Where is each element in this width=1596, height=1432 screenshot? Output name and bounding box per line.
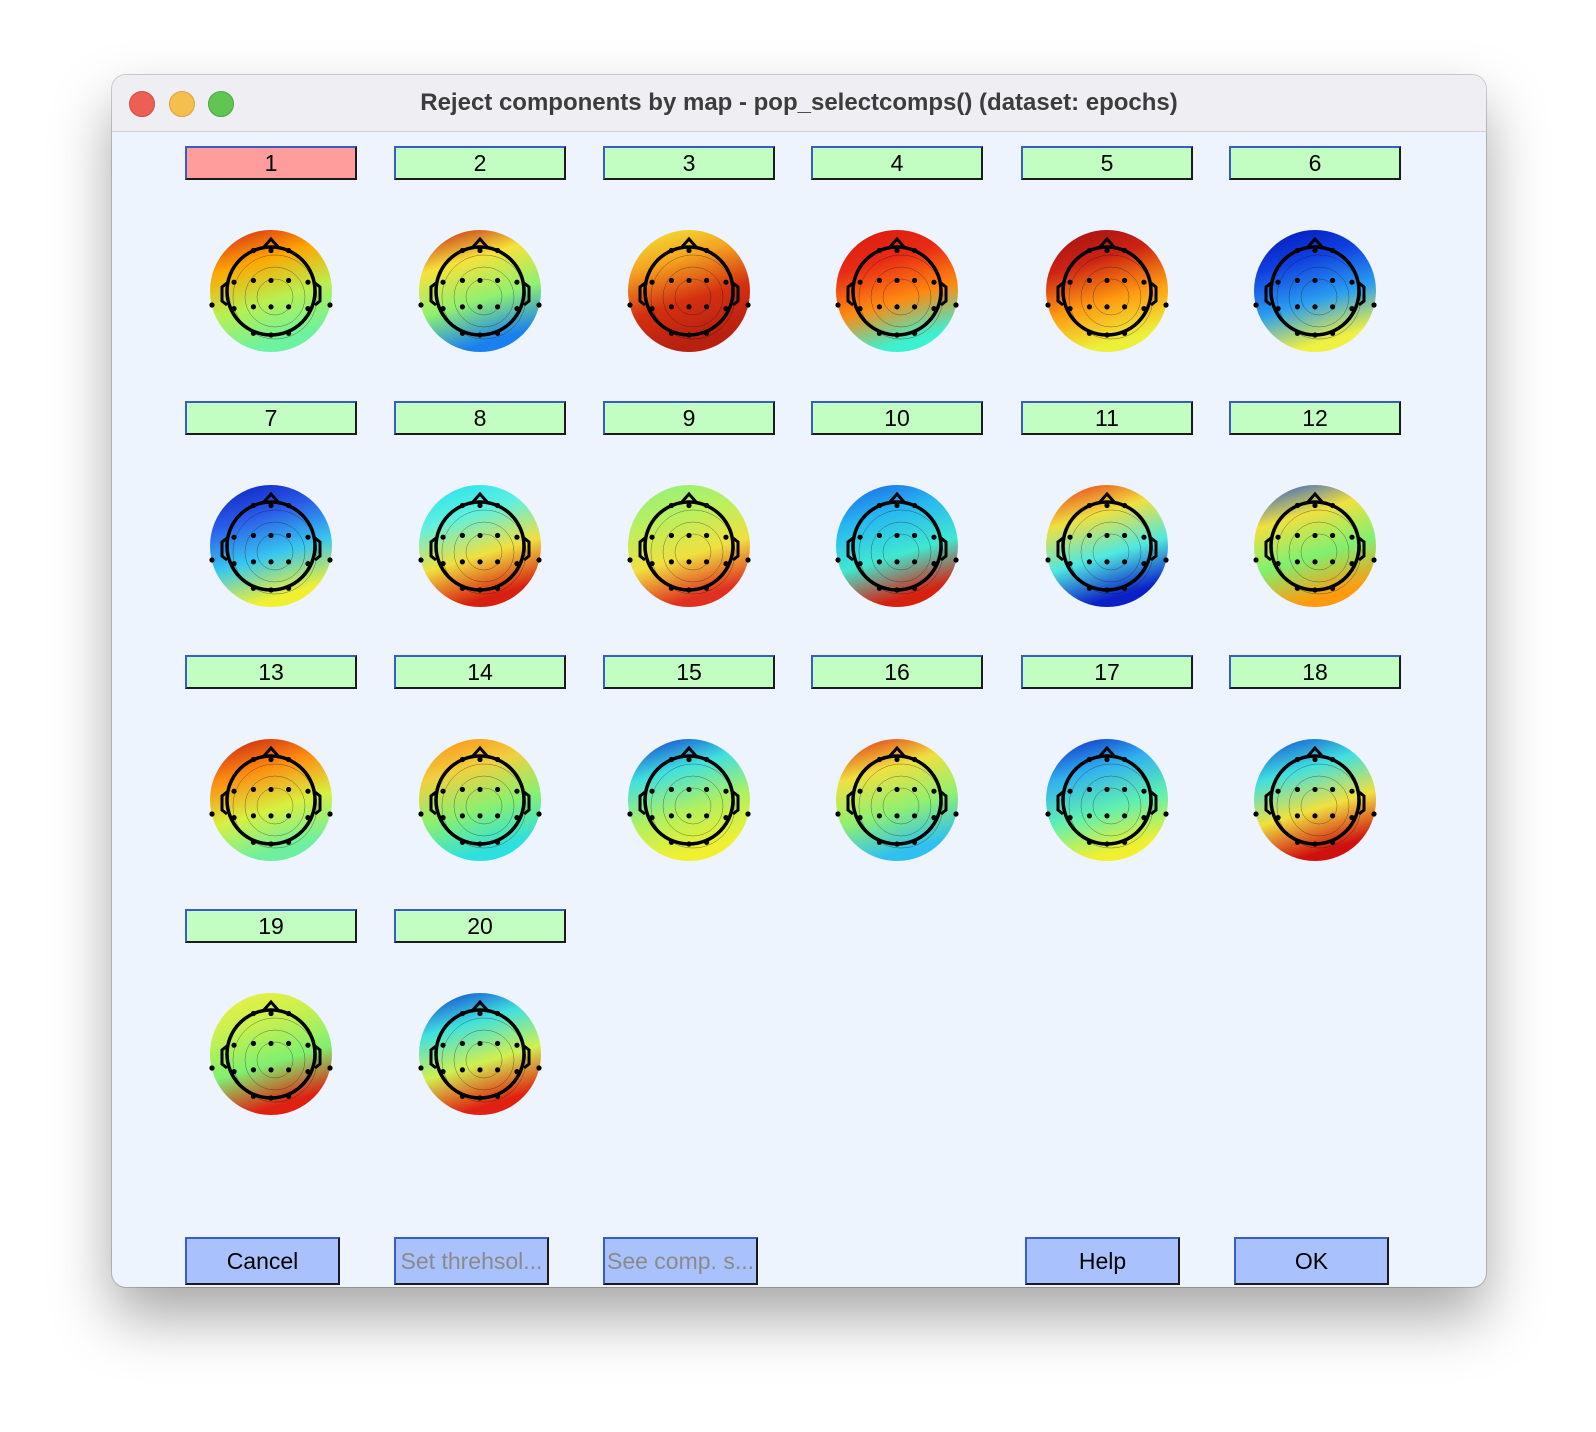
topoplot-map-15 — [627, 739, 751, 861]
help-button[interactable]: Help — [1025, 1237, 1180, 1285]
topoplot-map-17 — [1045, 739, 1169, 861]
topoplot-map-10 — [835, 485, 959, 607]
cancel-button[interactable]: Cancel — [185, 1237, 340, 1285]
component-3-button[interactable]: 3 — [603, 146, 775, 180]
component-8-button[interactable]: 8 — [394, 401, 566, 435]
component-grid: 20 19 18 17 16 15 14 13 12 11 10 9 8 7 6 5 4 3 2 1 Cancel S… — [112, 132, 1486, 1287]
component-9-button[interactable]: 9 — [603, 401, 775, 435]
window-title: Reject components by map - pop_selectcom… — [420, 89, 1178, 116]
topoplot-map-14 — [418, 739, 542, 861]
topoplot-map-8 — [418, 485, 542, 607]
component-4-button[interactable]: 4 — [811, 146, 983, 180]
component-2-button[interactable]: 2 — [394, 146, 566, 180]
dialog-window: Reject components by map - pop_selectcom… — [112, 75, 1486, 1287]
topoplot-map-18 — [1253, 739, 1377, 861]
topoplot-map-6 — [1253, 230, 1377, 352]
component-7-button[interactable]: 7 — [185, 401, 357, 435]
component-20-button[interactable]: 20 — [394, 909, 566, 943]
set-threshold-button: Set threhsol... — [394, 1237, 549, 1285]
topoplot-map-11 — [1045, 485, 1169, 607]
component-14-button[interactable]: 14 — [394, 655, 566, 689]
title-bar: Reject components by map - pop_selectcom… — [112, 75, 1486, 132]
topoplot-map-12 — [1253, 485, 1377, 607]
component-16-button[interactable]: 16 — [811, 655, 983, 689]
topoplot-map-7 — [209, 485, 333, 607]
topoplot-map-2 — [418, 230, 542, 352]
topoplot-map-19 — [209, 993, 333, 1115]
component-18-button[interactable]: 18 — [1229, 655, 1401, 689]
component-12-button[interactable]: 12 — [1229, 401, 1401, 435]
topoplot-map-16 — [835, 739, 959, 861]
topoplot-map-1 — [209, 230, 333, 352]
topoplot-map-9 — [627, 485, 751, 607]
component-15-button[interactable]: 15 — [603, 655, 775, 689]
component-1-button[interactable]: 1 — [185, 146, 357, 180]
component-19-button[interactable]: 19 — [185, 909, 357, 943]
topoplot-map-4 — [835, 230, 959, 352]
ok-button[interactable]: OK — [1234, 1237, 1389, 1285]
see-comp-stats-button: See comp. s... — [603, 1237, 758, 1285]
topoplot-map-13 — [209, 739, 333, 861]
topoplot-map-5 — [1045, 230, 1169, 352]
component-11-button[interactable]: 11 — [1021, 401, 1193, 435]
component-13-button[interactable]: 13 — [185, 655, 357, 689]
topoplot-map-3 — [627, 230, 751, 352]
component-17-button[interactable]: 17 — [1021, 655, 1193, 689]
component-10-button[interactable]: 10 — [811, 401, 983, 435]
component-6-button[interactable]: 6 — [1229, 146, 1401, 180]
topoplot-map-20 — [418, 993, 542, 1115]
component-5-button[interactable]: 5 — [1021, 146, 1193, 180]
